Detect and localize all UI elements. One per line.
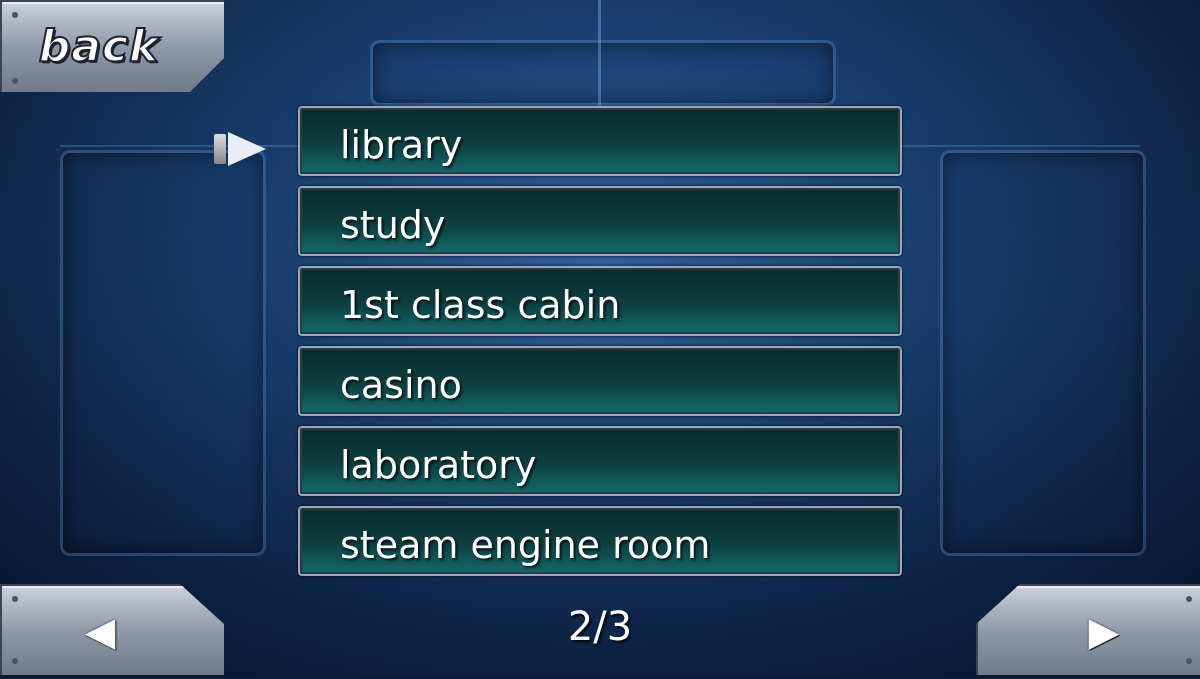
menu-item-label: casino bbox=[340, 363, 462, 407]
menu-item-casino[interactable]: casino bbox=[298, 346, 902, 416]
location-menu: library study 1st class cabin casino lab… bbox=[298, 106, 902, 586]
screw-icon bbox=[12, 12, 18, 18]
menu-item-library[interactable]: library bbox=[298, 106, 902, 176]
menu-item-label: 1st class cabin bbox=[340, 283, 621, 327]
selection-cursor-icon bbox=[214, 131, 268, 167]
next-page-button[interactable]: ▶ bbox=[976, 584, 1200, 675]
screw-icon bbox=[1186, 596, 1192, 602]
menu-item-1st-class-cabin[interactable]: 1st class cabin bbox=[298, 266, 902, 336]
page-indicator: 2/3 bbox=[567, 604, 633, 650]
background-frame-right bbox=[940, 150, 1146, 556]
left-triangle-icon: ◀ bbox=[84, 608, 116, 655]
menu-item-label: library bbox=[340, 123, 463, 167]
menu-item-laboratory[interactable]: laboratory bbox=[298, 426, 902, 496]
background-line-vertical bbox=[598, 0, 601, 110]
screw-icon bbox=[12, 658, 18, 664]
background-frame-top bbox=[370, 40, 836, 106]
menu-item-label: laboratory bbox=[340, 443, 537, 487]
right-triangle-icon: ▶ bbox=[1088, 608, 1120, 655]
menu-item-label: study bbox=[340, 203, 446, 247]
screw-icon bbox=[12, 78, 18, 84]
menu-item-study[interactable]: study bbox=[298, 186, 902, 256]
background-frame-left bbox=[60, 150, 266, 556]
menu-item-steam-engine-room[interactable]: steam engine room bbox=[298, 506, 902, 576]
menu-item-label: steam engine room bbox=[340, 523, 711, 567]
back-button[interactable]: back bbox=[0, 0, 224, 92]
back-button-label: back bbox=[38, 20, 160, 73]
screw-icon bbox=[1186, 658, 1192, 664]
screw-icon bbox=[12, 596, 18, 602]
previous-page-button[interactable]: ◀ bbox=[0, 584, 224, 675]
